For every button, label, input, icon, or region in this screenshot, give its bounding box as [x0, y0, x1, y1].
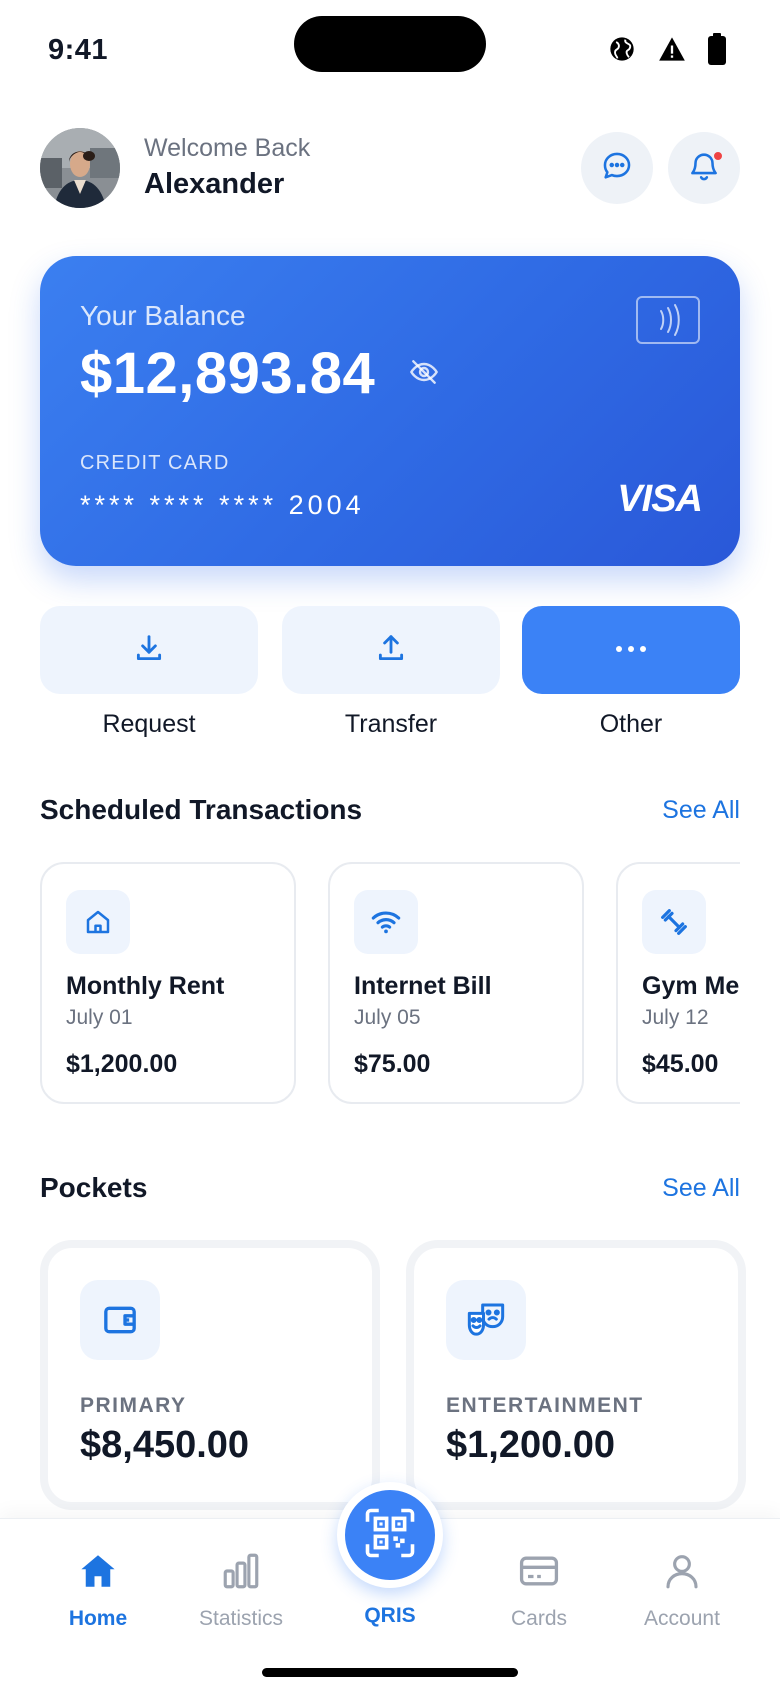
dynamic-island: [294, 16, 486, 72]
avatar[interactable]: [40, 128, 120, 208]
nav-statistics[interactable]: Statistics: [171, 1545, 311, 1631]
nav-statistics-label: Statistics: [198, 1607, 284, 1630]
scheduled-card-gym[interactable]: Gym Membership July 12 $45.00: [616, 862, 740, 1104]
qris-button[interactable]: [337, 1482, 443, 1588]
globe-icon: [608, 35, 636, 63]
status-time: 9:41: [48, 34, 109, 66]
scheduled-list[interactable]: Monthly Rent July 01 $1,200.00 Internet …: [40, 862, 740, 1106]
scheduled-amount: $1,200.00: [66, 1050, 178, 1078]
home-indicator[interactable]: [262, 1668, 518, 1677]
pockets-title: Pockets: [40, 1172, 148, 1203]
scheduled-name: Internet Bill: [354, 972, 492, 1000]
wallet-icon: [80, 1280, 160, 1360]
nav-account-label: Account: [644, 1607, 720, 1630]
scheduled-card-internet[interactable]: Internet Bill July 05 $75.00: [328, 862, 584, 1104]
nav-qris-label: QRIS: [364, 1604, 416, 1627]
nav-home-label: Home: [68, 1607, 128, 1630]
other-label: Other: [599, 710, 663, 738]
status-icons: [608, 33, 726, 65]
notifications-button[interactable]: [668, 132, 740, 204]
pocket-label: PRIMARY: [80, 1394, 187, 1417]
nav-account[interactable]: Account: [612, 1545, 752, 1631]
request-label: Request: [102, 710, 196, 738]
scheduled-card-rent[interactable]: Monthly Rent July 01 $1,200.00: [40, 862, 296, 1104]
more-dots-icon: [614, 641, 648, 659]
chat-button[interactable]: [581, 132, 653, 204]
wifi-icon: [354, 890, 418, 954]
status-bar: 9:41: [0, 0, 780, 100]
pockets-see-all-link[interactable]: See All: [662, 1174, 740, 1203]
dumbbell-icon: [642, 890, 706, 954]
user-icon: [612, 1545, 752, 1597]
battery-icon: [708, 33, 726, 65]
transfer-label: Transfer: [344, 710, 438, 738]
pocket-amount: $8,450.00: [80, 1424, 250, 1466]
credit-card-icon: [469, 1545, 609, 1597]
scheduled-name: Gym Membership: [642, 972, 740, 1000]
scheduled-amount: $75.00: [354, 1050, 431, 1078]
eye-off-icon[interactable]: [408, 356, 440, 393]
upload-icon: [374, 631, 408, 670]
scheduled-date: July 05: [354, 1006, 421, 1029]
scheduled-amount: $45.00: [642, 1050, 719, 1078]
balance-label: Your Balance: [80, 300, 246, 331]
home-icon: [66, 890, 130, 954]
nav-home[interactable]: Home: [28, 1545, 168, 1631]
scheduled-see-all-link[interactable]: See All: [662, 796, 740, 825]
balance-amount: $12,893.84: [80, 341, 376, 406]
qr-code-icon: [363, 1506, 417, 1565]
download-icon: [132, 631, 166, 670]
header: Welcome Back Alexander: [40, 128, 740, 208]
scheduled-date: July 01: [66, 1006, 133, 1029]
pocket-card-primary[interactable]: PRIMARY $8,450.00: [40, 1240, 380, 1510]
warning-icon: [658, 36, 686, 62]
pocket-card-entertainment[interactable]: ENTERTAINMENT $1,200.00: [406, 1240, 746, 1510]
pocket-label: ENTERTAINMENT: [446, 1394, 644, 1417]
contactless-icon: [636, 296, 700, 344]
quick-actions: Request Transfer Other: [40, 606, 740, 746]
welcome-text: Welcome Back: [144, 134, 311, 162]
bar-chart-icon: [171, 1545, 311, 1597]
card-number: **** **** **** 2004: [80, 490, 365, 520]
request-button[interactable]: [40, 606, 258, 694]
chat-icon: [600, 149, 634, 188]
theater-masks-icon: [446, 1280, 526, 1360]
pocket-amount: $1,200.00: [446, 1424, 616, 1466]
visa-logo: VISA: [617, 478, 703, 520]
home-icon: [28, 1545, 168, 1597]
nav-cards[interactable]: Cards: [469, 1545, 609, 1631]
scheduled-name: Monthly Rent: [66, 972, 225, 1000]
other-button[interactable]: [522, 606, 740, 694]
username: Alexander: [144, 168, 285, 200]
scheduled-title: Scheduled Transactions: [40, 794, 363, 825]
notification-dot: [712, 150, 724, 162]
balance-card[interactable]: Your Balance $12,893.84 CREDIT CARD ****…: [40, 256, 740, 566]
card-type-label: CREDIT CARD: [80, 452, 230, 474]
transfer-button[interactable]: [282, 606, 500, 694]
nav-cards-label: Cards: [510, 1607, 568, 1630]
scheduled-date: July 12: [642, 1006, 709, 1029]
